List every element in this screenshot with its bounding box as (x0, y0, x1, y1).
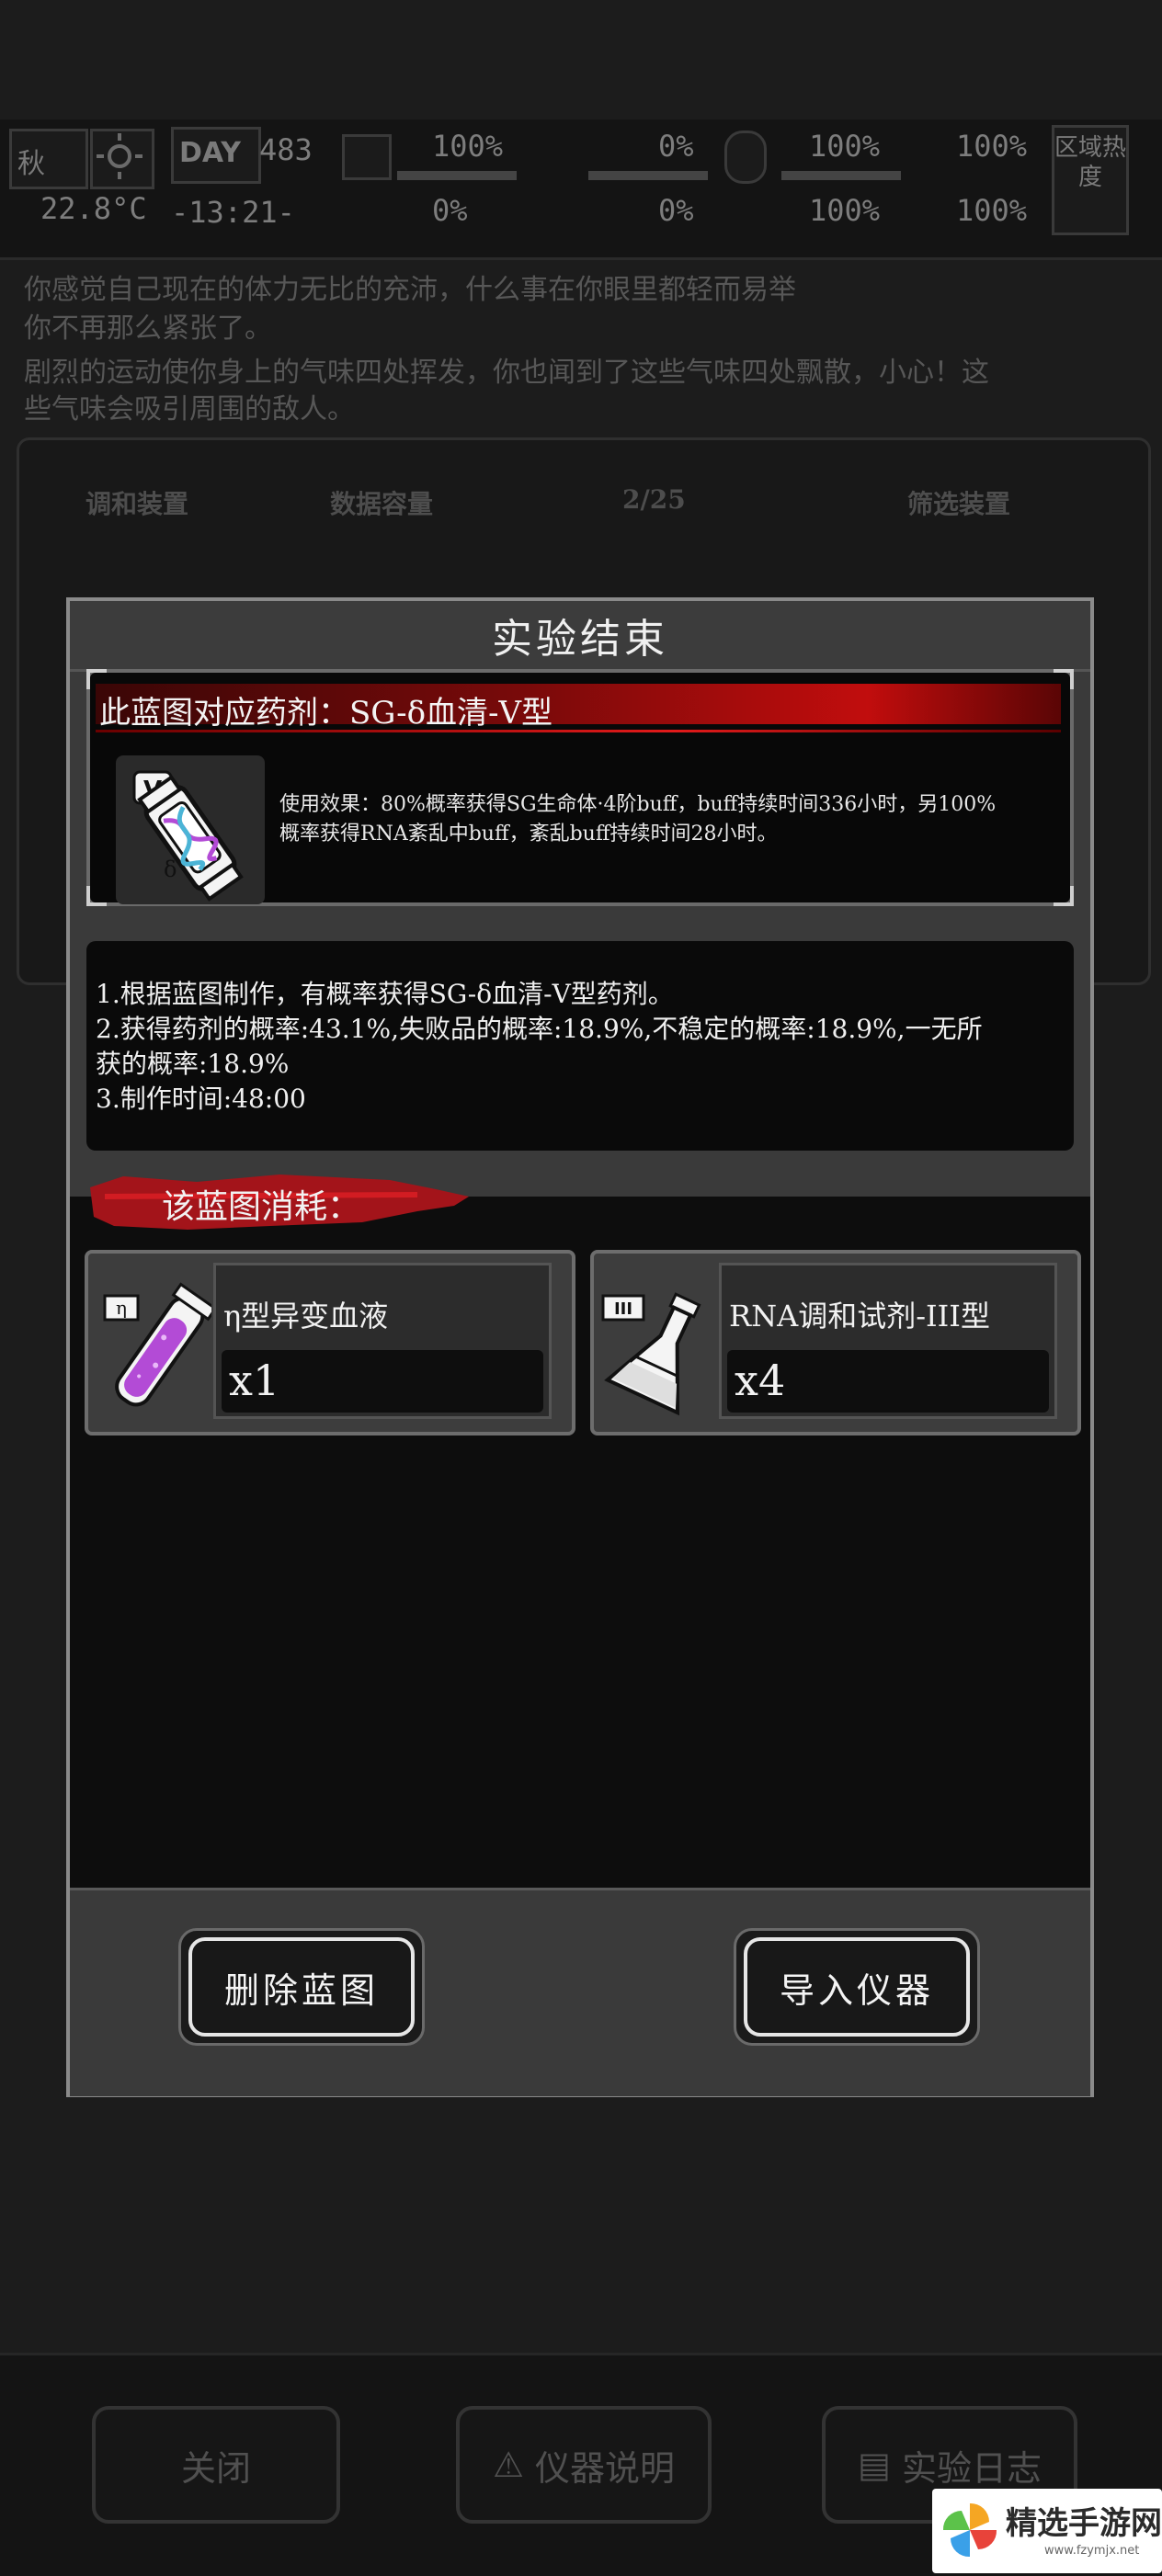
stat-value: 0% (658, 193, 694, 228)
data-capacity-value: 2/25 (622, 484, 686, 515)
day-box: DAY (171, 127, 261, 184)
blueprint-title: 此蓝图对应药剂：SG-δ血清-V型 (99, 695, 553, 732)
material-quantity: x4 (735, 1356, 786, 1405)
effect-line: 使用效果：80%概率获得SG生命体·4阶buff，buff持续时间336小时，另… (279, 793, 997, 816)
stomach-icon (724, 131, 767, 184)
area-heat-label: 区域热度 (1054, 134, 1127, 191)
delete-blueprint-label: 删除蓝图 (188, 1937, 415, 2037)
blood-vial-icon: η (103, 1282, 211, 1407)
material-quantity-box: x4 (727, 1350, 1049, 1413)
cost-title: 该蓝图消耗： (162, 1188, 361, 1226)
pinwheel-logo-icon (942, 2502, 997, 2558)
blueprint-effect-description: 使用效果：80%概率获得SG生命体·4阶buff，buff持续时间336小时，另… (279, 790, 1070, 849)
production-info-box: 1.根据蓝图制作，有概率获得SG-δ血清-V型药剂。 2.获得药剂的概率:43.… (86, 941, 1074, 1151)
material-name: RNA调和试剂-III型 (729, 1299, 990, 1333)
stat-value: 100% (956, 129, 1028, 164)
corner-bracket (86, 886, 107, 906)
serum-vial-icon: V δ (132, 770, 244, 902)
stat-value: 0% (658, 129, 694, 164)
reagent-flask-icon: III (601, 1292, 701, 1416)
experiment-log-label: 实验日志 (901, 2447, 1042, 2489)
data-capacity-label: 数据容量 (330, 489, 434, 519)
area-heat-cell: 区域热度 (1052, 125, 1129, 235)
material-quantity-box: x1 (222, 1350, 543, 1413)
material-name: η型异变血液 (223, 1299, 389, 1333)
status-hud: 秋 DAY 483 22.8°C -13:21- 100% 0% 100% 0%… (0, 119, 1162, 260)
message-line: 剧烈的运动使你身上的气味四处挥发，你也闻到了这些气味四处飘散，小心！这 (24, 357, 989, 389)
blend-device-label: 调和装置 (85, 489, 189, 519)
medkit-icon (342, 134, 392, 180)
clock: -13:21- (171, 195, 295, 230)
warning-icon: ⚠ (492, 2445, 525, 2485)
instrument-manual-label: 仪器说明 (535, 2447, 676, 2489)
experiment-result-dialog: 实验结束 此蓝图对应药剂：SG-δ血清-V型 V δ (66, 597, 1094, 2097)
material-quantity: x1 (229, 1356, 280, 1405)
stat-value: 0% (432, 193, 468, 228)
delete-blueprint-button[interactable]: 删除蓝图 (178, 1928, 425, 2046)
stat-value: 100% (809, 129, 881, 164)
stat-bar (397, 171, 517, 180)
corner-bracket (1054, 886, 1074, 906)
info-line: 1.根据蓝图制作，有概率获得SG-δ血清-V型药剂。 (96, 979, 674, 1009)
material-card[interactable]: III RNA调和试剂-III型 x4 (590, 1250, 1081, 1436)
message-line: 些气味会吸引周围的敌人。 (24, 393, 355, 426)
season-text: 秋 (17, 148, 45, 180)
day-number: 483 (259, 132, 313, 167)
info-line: 3.制作时间:48:00 (96, 1084, 306, 1114)
material-info: η型异变血液 x1 (213, 1263, 552, 1419)
instrument-manual-button[interactable]: ⚠ 仪器说明 (456, 2406, 712, 2524)
watermark-url: www.fzymjx.net (1044, 2544, 1140, 2558)
stat-bar (588, 171, 708, 180)
info-line: 获的概率:18.9% (96, 1049, 290, 1079)
day-label: DAY (179, 137, 241, 169)
season-cell: 秋 (9, 129, 88, 189)
material-badge: III (614, 1299, 632, 1319)
message-line: 你不再那么紧张了。 (24, 312, 272, 345)
import-instrument-label: 导入仪器 (744, 1937, 970, 2037)
filter-device-label: 筛选装置 (907, 489, 1011, 519)
material-card[interactable]: η η型异变血液 x1 (85, 1250, 575, 1436)
svg-text:δ: δ (164, 857, 177, 882)
import-instrument-button[interactable]: 导入仪器 (734, 1928, 980, 2046)
message-line: 你感觉自己现在的体力无比的充沛，什么事在你眼里都轻而易举 (24, 274, 796, 306)
effect-line: 概率获得RNA紊乱中buff，紊乱buff持续时间28小时。 (279, 823, 778, 845)
stat-value: 100% (956, 193, 1028, 228)
blueprint-card: 此蓝图对应药剂：SG-δ血清-V型 V δ 使用效果：80%概率获得SG生命体·… (86, 669, 1074, 906)
serum-icon-frame: V δ (116, 755, 265, 904)
dialog-title: 实验结束 (70, 601, 1090, 672)
weather-sun-icon (90, 129, 154, 189)
watermark-text: 精选手游网 (1006, 2505, 1162, 2542)
temperature: 22.8°C (40, 191, 147, 226)
stat-value: 100% (432, 129, 504, 164)
document-icon: ▤ (858, 2445, 891, 2485)
site-watermark: 精选手游网 www.fzymjx.net (932, 2489, 1162, 2573)
close-button[interactable]: 关闭 (92, 2406, 340, 2524)
stat-value: 100% (809, 193, 881, 228)
stat-bar (781, 171, 901, 180)
material-info: RNA调和试剂-III型 x4 (719, 1263, 1057, 1419)
close-label: 关闭 (180, 2447, 251, 2489)
material-badge: η (116, 1297, 127, 1319)
info-line: 2.获得药剂的概率:43.1%,失败品的概率:18.9%,不稳定的概率:18.9… (96, 1014, 983, 1044)
